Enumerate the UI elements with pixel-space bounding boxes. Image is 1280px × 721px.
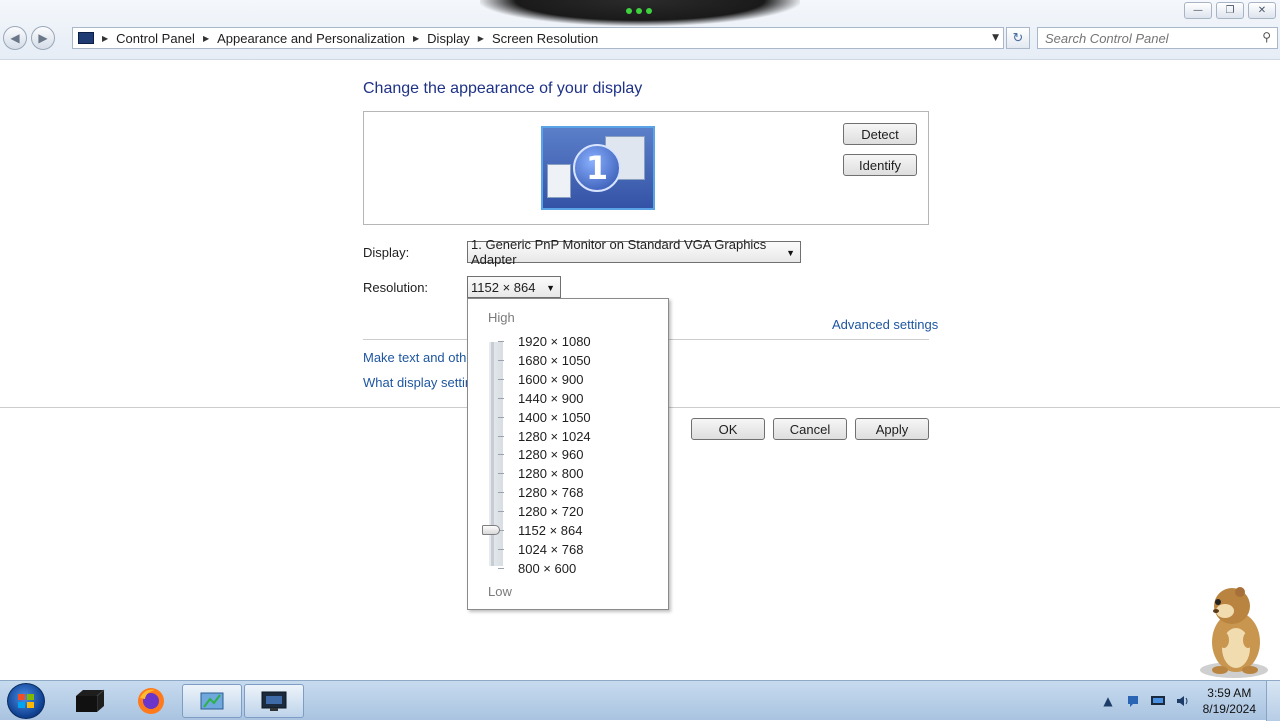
resolution-select-value: 1152 × 864 <box>471 279 536 295</box>
resolution-option[interactable]: 1280 × 1024 <box>518 429 591 444</box>
terminal-icon <box>76 689 105 712</box>
taskbar: ▲ 3:59 AM 8/19/2024 <box>0 680 1280 721</box>
slider-high-label: High <box>488 310 515 325</box>
clock-date: 8/19/2024 <box>1202 702 1256 716</box>
resolution-slider-thumb[interactable] <box>482 525 500 535</box>
firefox-icon <box>138 688 164 714</box>
clock-time: 3:59 AM <box>1207 686 1252 700</box>
resolution-option[interactable]: 1920 × 1080 <box>518 334 591 349</box>
resolution-option[interactable]: 1440 × 900 <box>518 391 583 406</box>
show-desktop-button[interactable] <box>1266 681 1280 721</box>
minimize-button[interactable]: — <box>1184 2 1212 19</box>
refresh-icon: ↻ <box>1012 30 1024 46</box>
refresh-button[interactable]: ↻ <box>1006 27 1030 49</box>
slider-tick <box>498 397 504 399</box>
window-chrome: — ❐ ✕ ◀ ▶ ▶ Control Panel ▶ Appearance a… <box>0 0 1280 60</box>
display-select[interactable]: 1. Generic PnP Monitor on Standard VGA G… <box>467 237 801 267</box>
slider-tick <box>498 378 504 380</box>
action-center-icon[interactable] <box>1125 694 1141 708</box>
windows-logo-icon <box>18 694 35 709</box>
slider-tick <box>498 416 504 418</box>
maximize-button[interactable]: ❐ <box>1216 2 1244 19</box>
resolution-option[interactable]: 1680 × 1050 <box>518 353 591 368</box>
detect-button[interactable]: Detect <box>843 123 917 145</box>
hamster-mascot <box>1200 587 1268 678</box>
system-clock[interactable]: 3:59 AM 8/19/2024 <box>1203 685 1256 717</box>
address-bar[interactable]: ▶ Control Panel ▶ Appearance and Persona… <box>72 27 1004 49</box>
display-settings-icon <box>261 691 287 711</box>
apply-button[interactable]: Apply <box>855 418 929 440</box>
display-select-value: 1. Generic PnP Monitor on Standard VGA G… <box>471 237 767 267</box>
taskbar-control-panel[interactable] <box>182 684 242 718</box>
page-title: Change the appearance of your display <box>363 80 643 97</box>
monitor-number: 1 <box>573 144 621 192</box>
search-box[interactable]: ⚲ <box>1037 27 1278 49</box>
window-thumbnail <box>547 164 571 198</box>
monitor-icon[interactable]: 1 <box>541 126 655 210</box>
display-settings-help-link[interactable]: What display setting <box>363 375 479 390</box>
resolution-option[interactable]: 1600 × 900 <box>518 372 583 387</box>
breadcrumb-control-panel[interactable]: Control Panel <box>116 31 195 46</box>
slider-tick <box>498 548 504 550</box>
slider-tick <box>498 511 504 513</box>
text-size-link[interactable]: Make text and other <box>363 350 478 365</box>
breadcrumb-separator-icon[interactable]: ▶ <box>478 34 484 43</box>
slider-tick <box>498 567 504 569</box>
taskbar-display-settings[interactable] <box>244 684 304 718</box>
slider-tick <box>498 473 504 475</box>
slider-tick <box>498 435 504 437</box>
resolution-label: Resolution: <box>363 280 429 295</box>
resolution-select[interactable]: 1152 × 864 ▼ <box>467 276 561 298</box>
monitor-panel: 1 Detect Identify <box>363 111 929 225</box>
control-panel-icon <box>78 32 94 44</box>
breadcrumb-display[interactable]: Display <box>427 31 470 46</box>
start-button[interactable] <box>7 683 45 719</box>
chevron-down-icon: ▼ <box>546 283 555 293</box>
breadcrumb-separator-icon[interactable]: ▶ <box>203 34 209 43</box>
slider-tick <box>498 359 504 361</box>
breadcrumb-separator-icon[interactable]: ▶ <box>102 34 108 43</box>
slider-low-label: Low <box>488 584 512 599</box>
top-notch-decoration <box>480 0 800 26</box>
cancel-button[interactable]: Cancel <box>773 418 847 440</box>
resolution-option[interactable]: 1024 × 768 <box>518 542 583 557</box>
taskbar-terminal[interactable] <box>60 684 120 718</box>
slider-tick <box>498 454 504 456</box>
ok-button[interactable]: OK <box>691 418 765 440</box>
resolution-option[interactable]: 1400 × 1050 <box>518 410 591 425</box>
close-button[interactable]: ✕ <box>1248 2 1276 19</box>
slider-tick <box>498 492 504 494</box>
resolution-option[interactable]: 800 × 600 <box>518 561 576 576</box>
breadcrumb-appearance[interactable]: Appearance and Personalization <box>217 31 405 46</box>
advanced-settings-link[interactable]: Advanced settings <box>832 317 938 332</box>
control-panel-icon <box>200 692 224 710</box>
resolution-option[interactable]: 1280 × 720 <box>518 504 583 519</box>
network-icon[interactable] <box>1150 694 1166 708</box>
back-arrow-icon: ◀ <box>10 31 20 45</box>
back-button[interactable]: ◀ <box>3 26 27 50</box>
resolution-option[interactable]: 1280 × 800 <box>518 466 583 481</box>
display-label: Display: <box>363 245 410 260</box>
breadcrumb-screen-resolution[interactable]: Screen Resolution <box>492 31 598 46</box>
resolution-dropdown[interactable]: High 1920 × 1080 1680 × 1050 1600 × 900 144… <box>467 298 669 610</box>
forward-arrow-icon: ▶ <box>38 31 48 45</box>
address-dropdown-icon[interactable]: ▼ <box>992 33 999 43</box>
search-input[interactable] <box>1038 28 1248 48</box>
slider-tick <box>498 341 504 342</box>
forward-button[interactable]: ▶ <box>31 26 55 50</box>
taskbar-firefox[interactable] <box>121 684 181 718</box>
system-tray: ▲ <box>1100 681 1191 721</box>
chevron-down-icon: ▼ <box>786 248 795 258</box>
identify-button[interactable]: Identify <box>843 154 917 176</box>
window-controls: — ❐ ✕ <box>1184 2 1276 19</box>
resolution-option[interactable]: 1152 × 864 <box>518 523 582 538</box>
resolution-option[interactable]: 1280 × 960 <box>518 447 583 462</box>
search-icon[interactable]: ⚲ <box>1262 30 1271 44</box>
show-hidden-icons-arrow[interactable]: ▲ <box>1100 694 1116 708</box>
breadcrumb-separator-icon[interactable]: ▶ <box>413 34 419 43</box>
volume-icon[interactable] <box>1175 694 1191 708</box>
resolution-option[interactable]: 1280 × 768 <box>518 485 583 500</box>
